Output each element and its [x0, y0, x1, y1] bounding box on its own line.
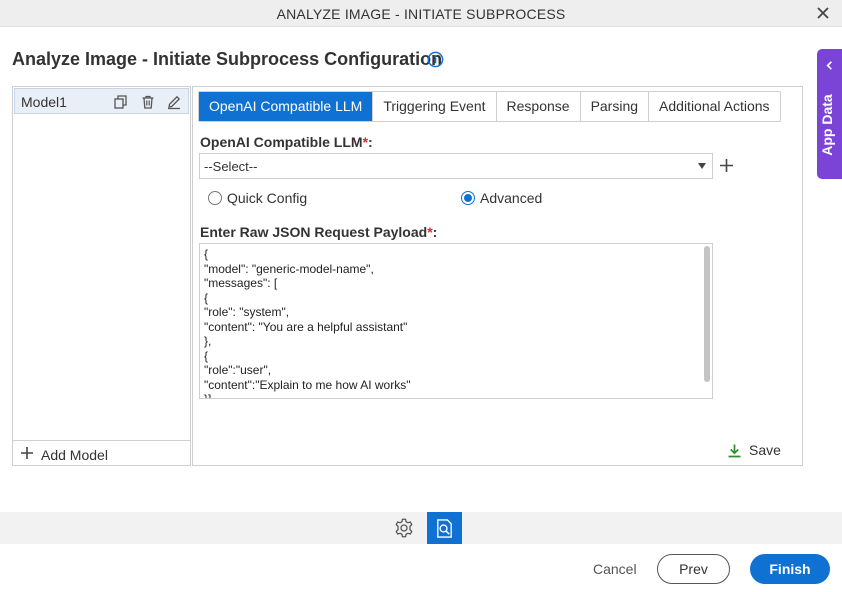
copy-icon[interactable] — [113, 94, 129, 110]
analyze-image-button[interactable] — [427, 512, 462, 544]
add-model-button[interactable]: Add Model — [13, 440, 190, 465]
model-item[interactable]: Model1 — [14, 88, 189, 114]
llm-select[interactable]: --Select-- — [199, 153, 713, 179]
page-title: Analyze Image - Initiate Subprocess Conf… — [12, 49, 443, 69]
info-icon[interactable] — [427, 51, 444, 68]
add-model-label: Add Model — [41, 447, 108, 463]
gear-icon[interactable] — [393, 517, 415, 539]
save-button[interactable]: Save — [727, 441, 781, 459]
radio-quick-config-dot[interactable] — [208, 191, 222, 205]
tab-parsing[interactable]: Parsing — [579, 92, 648, 121]
app-data-tab[interactable]: App Data — [817, 49, 842, 179]
llm-select-value: --Select-- — [204, 159, 258, 174]
app-data-label: App Data — [819, 94, 835, 156]
plus-icon — [21, 447, 33, 459]
window-titlebar: ANALYZE IMAGE - INITIATE SUBPROCESS — [0, 0, 842, 27]
bottom-toolbar — [0, 512, 842, 544]
finish-button[interactable]: Finish — [750, 554, 830, 584]
tab-openai-compatible-llm[interactable]: OpenAI Compatible LLM — [199, 92, 373, 121]
prev-button[interactable]: Prev — [657, 554, 730, 584]
caret-down-icon — [698, 163, 706, 169]
radio-advanced-label: Advanced — [480, 190, 543, 206]
window-title: ANALYZE IMAGE - INITIATE SUBPROCESS — [276, 6, 566, 22]
close-icon[interactable] — [814, 4, 832, 22]
radio-quick-config-label: Quick Config — [227, 190, 308, 206]
configuration-panel: OpenAI Compatible LLM Triggering Event R… — [192, 86, 803, 466]
chevron-left-icon — [826, 61, 832, 70]
tab-additional-actions[interactable]: Additional Actions — [648, 92, 780, 121]
edit-icon[interactable] — [166, 94, 182, 110]
cancel-button[interactable]: Cancel — [593, 561, 637, 577]
payload-field-label: Enter Raw JSON Request Payload*: — [200, 224, 438, 240]
model-name: Model1 — [21, 94, 67, 110]
tab-bar: OpenAI Compatible LLM Triggering Event R… — [198, 91, 781, 122]
tab-response[interactable]: Response — [495, 92, 580, 121]
save-label: Save — [749, 442, 781, 458]
json-payload-text: { "model": "generic-model-name", "messag… — [204, 247, 411, 399]
analyze-image-icon — [437, 519, 452, 538]
radio-advanced-dot[interactable] — [461, 191, 475, 205]
llm-field-label: OpenAI Compatible LLM*: — [200, 134, 373, 150]
model-list-panel: Model1 Add Model — [12, 86, 191, 466]
delete-icon[interactable] — [140, 94, 156, 110]
textarea-scrollbar[interactable] — [704, 246, 710, 382]
tab-triggering-event[interactable]: Triggering Event — [372, 92, 495, 121]
add-llm-icon[interactable] — [719, 158, 734, 173]
radio-advanced[interactable]: Advanced — [461, 189, 542, 207]
json-payload-textarea[interactable]: { "model": "generic-model-name", "messag… — [199, 243, 713, 399]
download-icon — [728, 444, 741, 457]
radio-quick-config[interactable]: Quick Config — [208, 189, 307, 207]
